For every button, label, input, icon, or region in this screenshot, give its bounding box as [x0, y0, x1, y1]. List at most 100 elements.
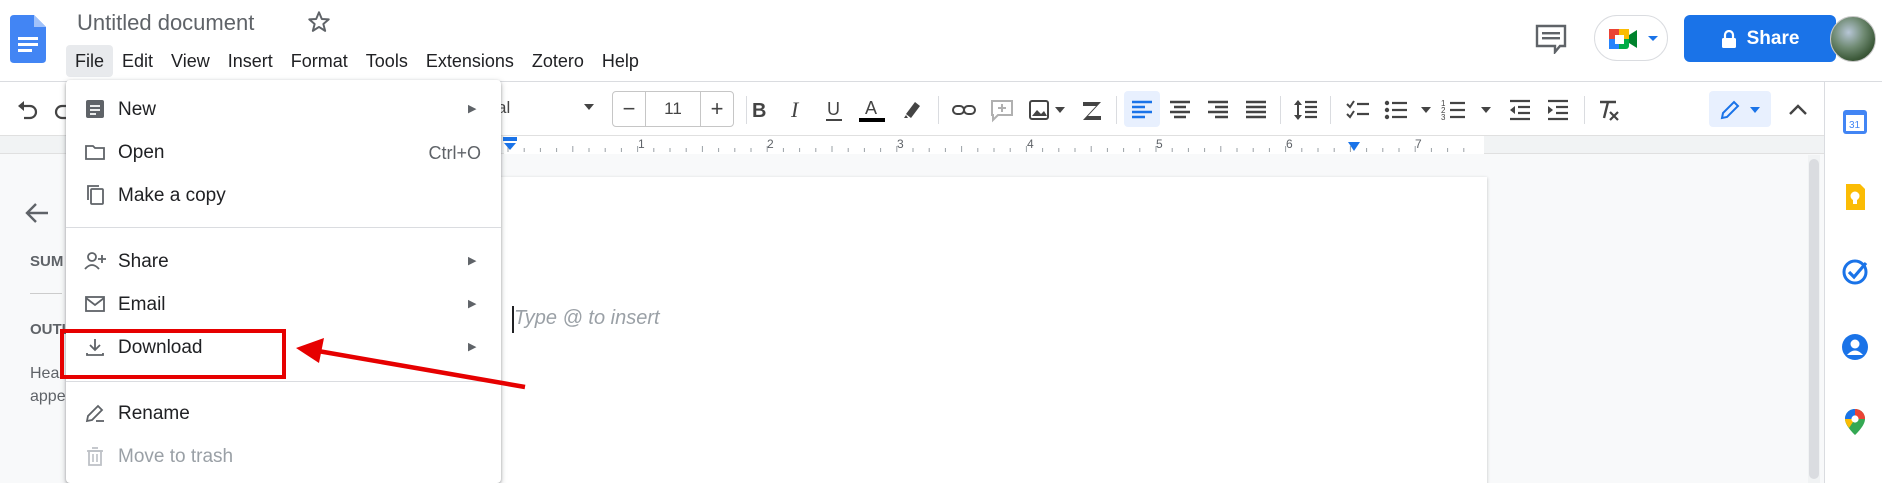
text-color-icon[interactable]: A	[858, 96, 886, 124]
bulleted-list-caret-icon[interactable]	[1420, 106, 1432, 114]
file-menu-share[interactable]: Share ▶	[66, 241, 501, 281]
file-menu-new[interactable]: New ▶	[66, 89, 501, 129]
vertical-scrollbar[interactable]	[1808, 155, 1820, 483]
side-panel: 31	[1824, 82, 1882, 483]
align-left-icon[interactable]	[1128, 96, 1156, 124]
share-button[interactable]: Share	[1684, 15, 1836, 62]
docs-logo-icon[interactable]	[10, 15, 46, 63]
person-add-icon	[84, 252, 106, 270]
contacts-icon[interactable]	[1840, 332, 1870, 362]
file-menu-make-copy[interactable]: Make a copy	[66, 175, 501, 215]
folder-icon	[85, 145, 105, 160]
hide-menus-chevron-icon[interactable]	[1784, 96, 1812, 124]
zotero-icon[interactable]	[1078, 96, 1106, 124]
svg-text:U: U	[827, 99, 840, 119]
insert-image-icon[interactable]	[1026, 96, 1054, 124]
increase-indent-icon[interactable]	[1544, 96, 1572, 124]
mail-icon	[85, 296, 105, 312]
meet-caret-icon	[1648, 36, 1658, 41]
menu-insert[interactable]: Insert	[219, 45, 282, 77]
meet-icon	[1609, 29, 1637, 49]
maps-icon[interactable]	[1840, 407, 1870, 437]
clear-formatting-icon[interactable]	[1594, 96, 1622, 124]
star-icon[interactable]	[306, 9, 332, 35]
file-menu-open-label: Open	[118, 142, 165, 163]
rename-icon	[85, 404, 104, 423]
menu-edit[interactable]: Edit	[113, 45, 162, 77]
file-menu-email[interactable]: Email ▶	[66, 284, 501, 324]
back-arrow-icon[interactable]	[22, 198, 52, 228]
menu-help[interactable]: Help	[593, 45, 648, 77]
editing-mode-button[interactable]	[1709, 91, 1771, 127]
highlight-color-icon[interactable]	[898, 96, 926, 124]
ruler-number: 3	[897, 137, 904, 151]
svg-text:31: 31	[1849, 120, 1861, 131]
menu-view[interactable]: View	[162, 45, 219, 77]
ruler-number: 5	[1156, 137, 1163, 151]
decrease-indent-icon[interactable]	[1506, 96, 1534, 124]
smart-chip-placeholder[interactable]: Type @ to insert	[514, 307, 660, 330]
left-indent-marker-icon[interactable]	[502, 137, 518, 151]
line-spacing-icon[interactable]	[1292, 96, 1320, 124]
underline-icon[interactable]: U	[820, 96, 848, 124]
right-indent-marker-icon[interactable]	[1346, 140, 1362, 152]
font-family-caret-icon[interactable]	[582, 100, 596, 114]
italic-icon[interactable]: I	[782, 96, 810, 124]
ruler-number: 6	[1286, 137, 1293, 151]
file-menu-share-label: Share	[118, 251, 169, 272]
file-menu-open[interactable]: Open Ctrl+O	[66, 132, 501, 172]
ruler-number: 1	[638, 137, 645, 151]
numbered-list-caret-icon[interactable]	[1480, 106, 1492, 114]
lock-icon	[1721, 29, 1736, 48]
meet-button[interactable]	[1594, 15, 1668, 61]
account-avatar[interactable]	[1830, 16, 1876, 62]
menu-extensions[interactable]: Extensions	[417, 45, 523, 77]
file-menu-move-to-trash[interactable]: Move to trash	[66, 436, 501, 476]
align-center-icon[interactable]	[1166, 96, 1194, 124]
font-size-decrease-button[interactable]: −	[613, 96, 645, 122]
font-size-input[interactable]: 11	[645, 92, 701, 126]
file-menu-new-label: New	[118, 99, 157, 120]
outline-summary-label: SUM	[30, 253, 64, 270]
calendar-icon[interactable]: 31	[1840, 107, 1870, 137]
annotation-highlight-box	[60, 329, 286, 379]
document-title[interactable]: Untitled document	[77, 10, 254, 36]
align-right-icon[interactable]	[1204, 96, 1232, 124]
file-menu-email-label: Email	[118, 294, 166, 315]
pencil-icon	[1720, 100, 1740, 120]
share-button-label: Share	[1746, 27, 1800, 49]
add-comment-icon[interactable]	[988, 96, 1016, 124]
svg-text:A: A	[865, 98, 877, 118]
numbered-list-icon[interactable]: 1 2 3	[1440, 96, 1468, 124]
submenu-arrow-icon: ▶	[468, 298, 477, 310]
undo-icon[interactable]	[14, 96, 42, 124]
tasks-icon[interactable]	[1840, 257, 1870, 287]
menu-zotero[interactable]: Zotero	[523, 45, 593, 77]
comment-history-icon[interactable]	[1534, 24, 1568, 54]
insert-link-icon[interactable]	[950, 96, 978, 124]
trash-icon	[87, 447, 103, 466]
align-justify-icon[interactable]	[1242, 96, 1270, 124]
copy-icon	[87, 185, 104, 205]
svg-text:3: 3	[1441, 113, 1446, 122]
annotation-arrow	[296, 338, 526, 390]
bulleted-list-icon[interactable]	[1382, 96, 1410, 124]
menu-format[interactable]: Format	[282, 45, 357, 77]
menu-tools[interactable]: Tools	[357, 45, 417, 77]
document-page[interactable]: Type @ to insert	[460, 177, 1487, 483]
insert-image-caret-icon[interactable]	[1054, 106, 1066, 114]
new-doc-icon	[86, 100, 104, 118]
bold-icon[interactable]: B	[744, 96, 772, 124]
editing-mode-caret-icon	[1750, 107, 1760, 113]
menu-file[interactable]: File	[66, 45, 114, 77]
menu-bar: File Edit View Insert Format Tools Exten…	[66, 45, 648, 77]
submenu-arrow-icon: ▶	[468, 103, 477, 115]
file-menu-rename[interactable]: Rename	[66, 393, 501, 433]
submenu-arrow-icon: ▶	[468, 255, 477, 267]
ruler-number: 4	[1027, 137, 1034, 151]
checklist-icon[interactable]	[1344, 96, 1372, 124]
file-menu-open-shortcut: Ctrl+O	[428, 143, 481, 163]
keep-icon[interactable]	[1840, 182, 1870, 212]
outline-description: appe	[30, 388, 66, 405]
font-size-increase-button[interactable]: +	[701, 96, 733, 122]
